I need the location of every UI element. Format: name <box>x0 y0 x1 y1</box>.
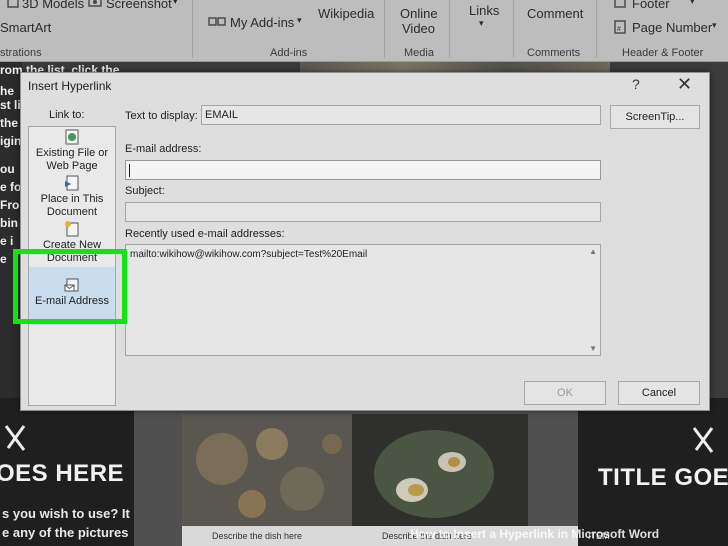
insert-hyperlink-dialog: Insert Hyperlink ? ✕ Link to: Existing F… <box>20 72 710 411</box>
page-number-icon: # <box>614 20 626 34</box>
link-to-place-in-document[interactable]: Place in This Document <box>29 175 115 219</box>
footer-icon <box>614 0 626 8</box>
document-text-line: the <box>0 116 18 130</box>
ribbon-separator <box>192 0 193 58</box>
smartart-button[interactable]: SmartArt <box>0 20 51 35</box>
menu-body-text: e any of the pictures <box>2 525 129 540</box>
online-video-label-1[interactable]: Online <box>400 6 438 21</box>
page-number-button[interactable]: Page Number <box>632 20 712 35</box>
group-label-addins: Add-ins <box>270 47 308 59</box>
3d-models-button[interactable]: 3D Models <box>22 0 84 11</box>
group-label-media: Media <box>404 47 434 59</box>
text-to-display-input[interactable]: EMAIL <box>201 105 601 125</box>
comment-button[interactable]: Comment <box>527 6 583 21</box>
add-ins-icon <box>208 17 226 26</box>
document-text-line: bin <box>0 216 18 230</box>
highlight-box <box>13 249 127 324</box>
document-text-line: e fo <box>0 180 22 194</box>
group-label-header-footer: Header & Footer <box>622 47 704 59</box>
document-text-line: he <box>0 84 15 98</box>
menu-body-text: s you wish to use? It <box>2 506 130 521</box>
document-place-icon <box>65 175 79 191</box>
page-number-dropdown-icon[interactable]: ▾ <box>712 20 717 31</box>
help-button[interactable]: ? <box>632 76 640 92</box>
svg-text:#: # <box>617 26 621 33</box>
my-add-ins-dropdown-icon[interactable]: ▾ <box>297 15 302 26</box>
links-button[interactable]: Links <box>469 3 499 18</box>
screenshot-button[interactable]: Screenshot <box>106 0 172 11</box>
online-video-label-2[interactable]: Video <box>402 21 435 36</box>
food-photo-left <box>182 414 352 526</box>
screentip-button[interactable]: ScreenTip... <box>610 105 700 129</box>
ok-button[interactable]: OK <box>524 381 606 405</box>
food-photo-middle <box>352 414 528 526</box>
footer-button[interactable]: Footer <box>632 0 670 11</box>
dish-caption: Describe the dish here <box>212 531 303 541</box>
link-to-label-text: Place in This Document <box>40 193 104 218</box>
menu-title-right: TITLE GOES <box>598 464 728 491</box>
footer-dropdown-icon[interactable]: ▾ <box>690 0 695 7</box>
scroll-down-icon[interactable]: ▼ <box>589 344 597 353</box>
subject-input[interactable] <box>125 202 601 222</box>
email-address-input[interactable] <box>125 160 601 180</box>
document-left-column: rom the list, click the he st li the igi… <box>0 62 119 402</box>
scroll-up-icon[interactable]: ▲ <box>589 247 597 256</box>
fork-knife-icon <box>692 427 714 453</box>
group-label-comments: Comments <box>527 47 581 59</box>
cancel-button[interactable]: Cancel <box>618 381 700 405</box>
watermark-text: How to Insert a Hyperlink in Microsoft W… <box>410 527 660 541</box>
screenshot-dropdown-icon[interactable]: ▾ <box>173 0 178 7</box>
document-text-line: e <box>0 252 7 266</box>
document-text-line: igin <box>0 134 22 148</box>
links-dropdown-icon[interactable]: ▾ <box>479 18 484 29</box>
menu-title-left: OES HERE <box>0 460 125 487</box>
my-add-ins-button[interactable]: My Add-ins <box>230 15 294 30</box>
list-item[interactable]: mailto:wikihow@wikihow.com?subject=Test%… <box>130 249 367 260</box>
wikipedia-button[interactable]: Wikipedia <box>318 6 374 21</box>
link-to-label-text: Existing File or Web Page <box>35 147 109 172</box>
dialog-title: Insert Hyperlink <box>28 79 112 93</box>
document-text-line: Fro <box>0 198 20 212</box>
text-to-display-label: Text to display: <box>125 110 198 122</box>
ribbon-separator <box>596 0 597 58</box>
ribbon-separator <box>449 0 450 58</box>
group-label-illustrations: strations <box>0 47 42 59</box>
link-to-label: Link to: <box>49 109 85 121</box>
document-bottom-area: OES HERE TITLE GOES s you wish to use? I… <box>0 398 728 546</box>
email-address-label: E-mail address: <box>125 143 202 155</box>
recent-addresses-list[interactable]: mailto:wikihow@wikihow.com?subject=Test%… <box>125 244 601 356</box>
close-button[interactable]: ✕ <box>677 74 692 95</box>
ribbon-separator <box>513 0 514 58</box>
recent-addresses-label: Recently used e-mail addresses: <box>125 228 285 240</box>
document-text-line: ou <box>0 162 15 176</box>
fork-knife-icon <box>4 425 26 451</box>
document-text-line: e i <box>0 234 14 248</box>
ribbon: 3D Models Screenshot ▾ SmartArt stration… <box>0 0 728 62</box>
link-to-existing-file[interactable]: Existing File or Web Page <box>29 129 115 173</box>
ribbon-separator <box>384 0 385 58</box>
3d-models-icon <box>7 0 19 8</box>
subject-label: Subject: <box>125 185 165 197</box>
document-text-line: st li <box>0 98 21 112</box>
text-caret <box>129 164 130 177</box>
screenshot-icon <box>88 0 102 7</box>
web-page-icon <box>65 129 79 145</box>
new-document-icon <box>65 221 79 237</box>
